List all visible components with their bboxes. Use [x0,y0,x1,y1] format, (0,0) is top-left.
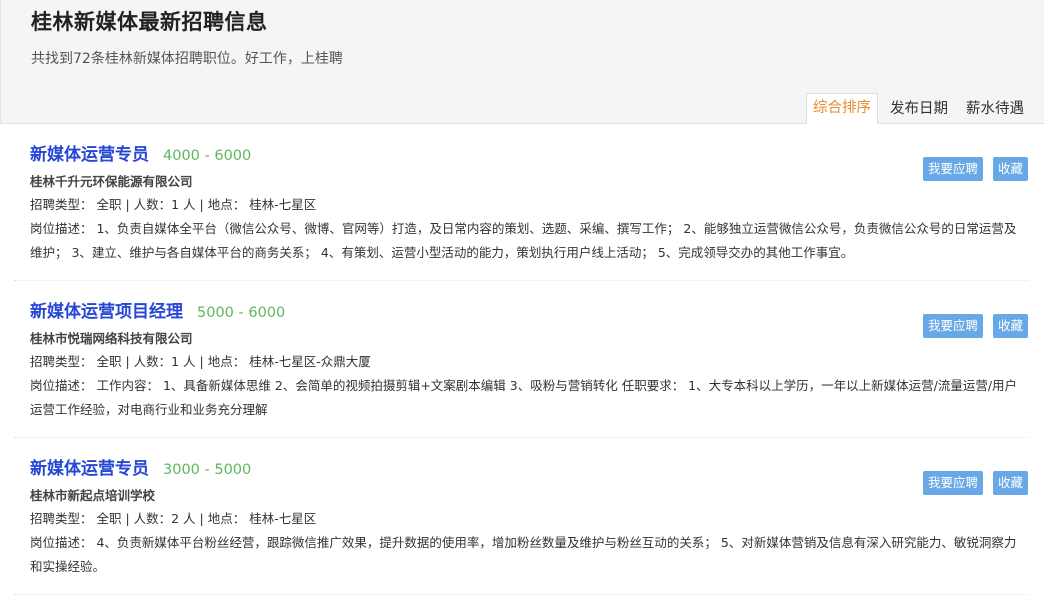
job-actions: 我要应聘 收藏 [913,157,1028,181]
page: 桂林新媒体最新招聘信息 共找到72条桂林新媒体招聘职位。好工作，上桂聘 综合排序… [0,0,1044,598]
job-company: 桂林市新起点培训学校 [30,488,156,503]
job-salary: 4000 - 6000 [163,148,252,164]
tab-sort-default[interactable]: 综合排序 [806,93,878,124]
job-actions: 我要应聘 收藏 [913,314,1028,338]
job-description: 岗位描述： 1、负责自媒体全平台（微信公众号、微博、官网等）打造，及日常内容的策… [30,221,1017,260]
job-salary: 3000 - 5000 [163,462,252,478]
job-title-row: 新媒体运营专员 4000 - 6000 [30,140,251,165]
job-item: 新媒体运营专员 3000 - 5000 桂林市新起点培训学校 招聘类型： 全职 … [14,438,1028,595]
job-meta: 招聘类型： 全职 | 人数：1 人 | 地点： 桂林-七星区 [30,197,317,212]
page-header: 桂林新媒体最新招聘信息 共找到72条桂林新媒体招聘职位。好工作，上桂聘 综合排序… [0,0,1044,124]
job-list: 新媒体运营专员 4000 - 6000 桂林千升元环保能源有限公司 招聘类型： … [0,124,1044,595]
apply-button[interactable]: 我要应聘 [922,314,983,338]
job-company: 桂林市悦瑞网络科技有限公司 [30,331,193,346]
page-subtitle: 共找到72条桂林新媒体招聘职位。好工作，上桂聘 [31,51,343,67]
job-item: 新媒体运营专员 4000 - 6000 桂林千升元环保能源有限公司 招聘类型： … [14,124,1028,281]
job-actions: 我要应聘 收藏 [913,471,1028,495]
job-title-link[interactable]: 新媒体运营专员 [30,140,149,165]
job-meta: 招聘类型： 全职 | 人数：2 人 | 地点： 桂林-七星区 [30,511,317,526]
job-salary: 5000 - 6000 [197,305,286,321]
page-title: 桂林新媒体最新招聘信息 [31,10,268,34]
job-title-row: 新媒体运营项目经理 5000 - 6000 [30,297,285,322]
job-description: 岗位描述： 4、负责新媒体平台粉丝经营，跟踪微信推广效果，提升数据的使用率，增加… [30,535,1017,574]
job-meta: 招聘类型： 全职 | 人数：1 人 | 地点： 桂林-七星区-众鼎大厦 [30,354,371,369]
tab-sort-salary[interactable]: 薪水待遇 [960,95,1030,124]
job-title-link[interactable]: 新媒体运营专员 [30,454,149,479]
favorite-button[interactable]: 收藏 [992,471,1028,495]
sort-tabs: 综合排序 发布日期 薪水待遇 [800,93,1030,124]
job-title-link[interactable]: 新媒体运营项目经理 [30,297,183,322]
job-title-row: 新媒体运营专员 3000 - 5000 [30,454,251,479]
apply-button[interactable]: 我要应聘 [922,471,983,495]
job-item: 新媒体运营项目经理 5000 - 6000 桂林市悦瑞网络科技有限公司 招聘类型… [14,281,1028,438]
job-description: 岗位描述： 工作内容： 1、具备新媒体思维 2、会简单的视频拍摄剪辑+文案剧本编… [30,378,1018,417]
job-company: 桂林千升元环保能源有限公司 [30,174,193,189]
favorite-button[interactable]: 收藏 [992,157,1028,181]
apply-button[interactable]: 我要应聘 [922,157,983,181]
tab-sort-date[interactable]: 发布日期 [884,95,954,124]
favorite-button[interactable]: 收藏 [992,314,1028,338]
